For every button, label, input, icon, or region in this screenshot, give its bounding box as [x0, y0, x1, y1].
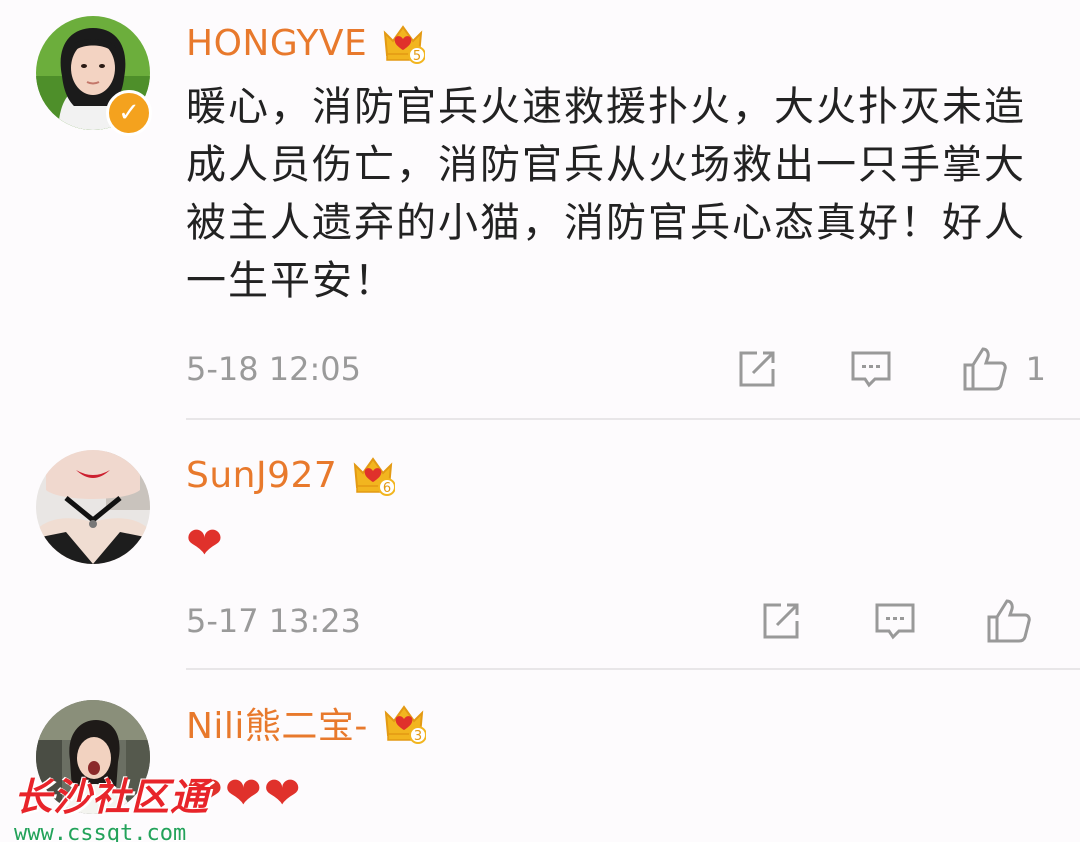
- username-row: Nili熊二宝- 3: [186, 698, 426, 748]
- crown-badge-icon: 3: [384, 705, 426, 744]
- watermark-logo: 长沙社区通 www.cssqt.com: [14, 766, 209, 842]
- watermark-url: www.cssqt.com: [14, 821, 187, 842]
- timestamp: 5-18 12:05: [186, 350, 362, 388]
- svg-text:3: 3: [414, 729, 422, 744]
- crown-badge-icon: 5: [384, 25, 426, 64]
- comment-text: ❤: [186, 516, 1056, 574]
- crown-badge-icon: 6: [354, 457, 396, 496]
- svg-text:6: 6: [383, 481, 391, 496]
- comment-text: ❤❤❤: [186, 766, 1056, 824]
- comment-text: 暖心，消防官兵火速救援扑火，大火扑灭未造成人员伤亡，消防官兵从火场救出一只手掌大…: [186, 84, 1026, 304]
- heart-emoji: ❤: [186, 518, 225, 569]
- username-row: SunJ927 6: [186, 450, 396, 500]
- comment-meta: 5-17 13:23: [186, 596, 1046, 646]
- svg-text:5: 5: [413, 49, 421, 64]
- username[interactable]: SunJ927: [186, 455, 337, 496]
- repost-icon[interactable]: [732, 344, 782, 394]
- watermark-title: 长沙社区通: [14, 775, 210, 819]
- comment-icon[interactable]: [870, 596, 920, 646]
- comment-icon[interactable]: [846, 344, 896, 394]
- thumbs-up-icon[interactable]: [984, 596, 1034, 646]
- thumbs-up-icon[interactable]: [960, 344, 1010, 394]
- avatar[interactable]: [36, 450, 150, 564]
- repost-icon[interactable]: [756, 596, 806, 646]
- comment-item: SunJ927 6 ❤ 5-17 13:23: [0, 420, 1080, 670]
- timestamp: 5-17 13:23: [186, 602, 362, 640]
- verified-v-icon: ✓: [106, 90, 152, 136]
- like-count: 1: [1025, 350, 1046, 388]
- username[interactable]: Nili熊二宝-: [186, 697, 368, 749]
- username[interactable]: HONGYVE: [186, 23, 367, 64]
- comment-list: ✓ HONGYVE 5 暖心，消防官兵火速救援扑火，大火扑灭未造成人员伤亡，消防…: [0, 0, 1080, 842]
- comment-item: ✓ HONGYVE 5 暖心，消防官兵火速救援扑火，大火扑灭未造成人员伤亡，消防…: [0, 0, 1080, 420]
- comment-meta: 5-18 12:05 1: [186, 344, 1046, 394]
- username-row: HONGYVE 5: [186, 18, 426, 68]
